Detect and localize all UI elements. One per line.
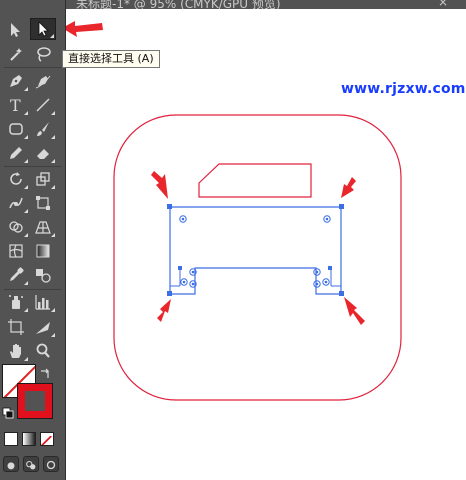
- document-title: 未标题-1* @ 95% (CMYK/GPU 预览): [76, 0, 281, 9]
- warp-icon: [9, 197, 23, 209]
- default-colors-icon[interactable]: [2, 404, 14, 419]
- draw-behind-button[interactable]: [23, 456, 39, 472]
- arrow-bottom-right: [344, 297, 365, 325]
- shape-builder-icon: [9, 221, 23, 233]
- none-mode-button[interactable]: [40, 432, 54, 446]
- zoom-tool[interactable]: [30, 340, 56, 362]
- arrow-top-left: [151, 171, 168, 199]
- lasso-icon: [37, 47, 51, 62]
- symbol-sprayer-icon: [9, 295, 23, 309]
- perspective-grid-icon: [35, 221, 51, 234]
- eraser-tool[interactable]: [30, 142, 56, 164]
- stroke-color-swatch[interactable]: [17, 383, 53, 419]
- column-graph-tool[interactable]: [30, 291, 56, 313]
- scale-tool[interactable]: [30, 168, 56, 190]
- rounded-square-shape[interactable]: [113, 114, 402, 401]
- eyedropper-tool[interactable]: [3, 264, 29, 286]
- pencil-icon: [10, 147, 22, 159]
- line-segment-tool[interactable]: [30, 94, 56, 116]
- magnifier-icon: [36, 343, 50, 358]
- gradient-icon: [36, 244, 50, 258]
- rotate-icon: [10, 172, 22, 185]
- eraser-icon: [37, 149, 49, 159]
- eyedropper-icon: [10, 267, 24, 281]
- type-tool[interactable]: T: [3, 94, 29, 116]
- symbol-sprayer-tool[interactable]: [3, 291, 29, 313]
- artboard-tool[interactable]: [3, 316, 29, 338]
- mesh-tool[interactable]: [3, 240, 29, 262]
- swap-colors-icon[interactable]: [38, 366, 52, 380]
- blend-icon: [36, 269, 51, 283]
- arrow-bottom-left: [157, 299, 171, 322]
- close-icon[interactable]: ×: [438, 0, 448, 9]
- hand-tool[interactable]: [3, 340, 29, 362]
- lasso-tool[interactable]: [30, 43, 56, 65]
- rounded-rectangle-icon: [9, 123, 23, 135]
- tools-panel: T: [0, 0, 66, 480]
- perspective-grid-tool[interactable]: [30, 216, 56, 238]
- pen-icon: [10, 75, 22, 87]
- rotate-tool[interactable]: [3, 168, 29, 190]
- anchor-points[interactable]: [167, 204, 344, 296]
- artboard-canvas[interactable]: [0, 0, 466, 480]
- draw-normal-button[interactable]: [3, 456, 19, 472]
- hand-icon: [10, 344, 21, 358]
- arrow-tooltip: [62, 21, 103, 37]
- selection-tool[interactable]: [3, 19, 29, 41]
- black-arrow-icon: [11, 23, 20, 37]
- direct-selection-tool[interactable]: [30, 18, 56, 40]
- gradient-tool[interactable]: [30, 240, 56, 262]
- slice-tool[interactable]: [30, 316, 56, 338]
- blend-tool[interactable]: [30, 264, 56, 286]
- paintbrush-tool[interactable]: [30, 118, 56, 140]
- rectangle-tool[interactable]: [3, 118, 29, 140]
- pencil-tool[interactable]: [3, 142, 29, 164]
- free-transform-icon: [36, 196, 50, 210]
- line-icon: [36, 98, 50, 112]
- shape-builder-tool[interactable]: [3, 216, 29, 238]
- screen-mode-button[interactable]: [43, 456, 59, 472]
- mesh-icon: [9, 244, 23, 258]
- document-tab[interactable]: 未标题-1* @ 95% (CMYK/GPU 预览) ×: [66, 0, 466, 9]
- svg-text:T: T: [10, 96, 21, 114]
- brush-icon: [37, 122, 49, 136]
- curvature-tool[interactable]: [30, 70, 56, 92]
- artboard-icon: [8, 319, 24, 335]
- watermark-text: www.rjzxw.com: [341, 81, 466, 97]
- tab-shape[interactable]: [198, 163, 312, 198]
- gradient-mode-button[interactable]: [22, 432, 36, 446]
- pen-tool[interactable]: [3, 70, 29, 92]
- free-transform-tool[interactable]: [30, 192, 56, 214]
- scale-icon: [36, 172, 50, 186]
- tool-tooltip: 直接选择工具 (A): [62, 50, 160, 68]
- arrow-top-right: [341, 177, 356, 198]
- curvature-pen-icon: [35, 75, 51, 89]
- corner-widgets[interactable]: [179, 215, 331, 288]
- magic-wand-tool[interactable]: [3, 43, 29, 65]
- magic-wand-icon: [10, 48, 22, 61]
- slice-icon: [36, 322, 50, 334]
- warp-tool[interactable]: [3, 192, 29, 214]
- color-mode-button[interactable]: [4, 432, 18, 446]
- type-T-icon: T: [10, 96, 21, 114]
- column-graph-icon: [35, 295, 50, 310]
